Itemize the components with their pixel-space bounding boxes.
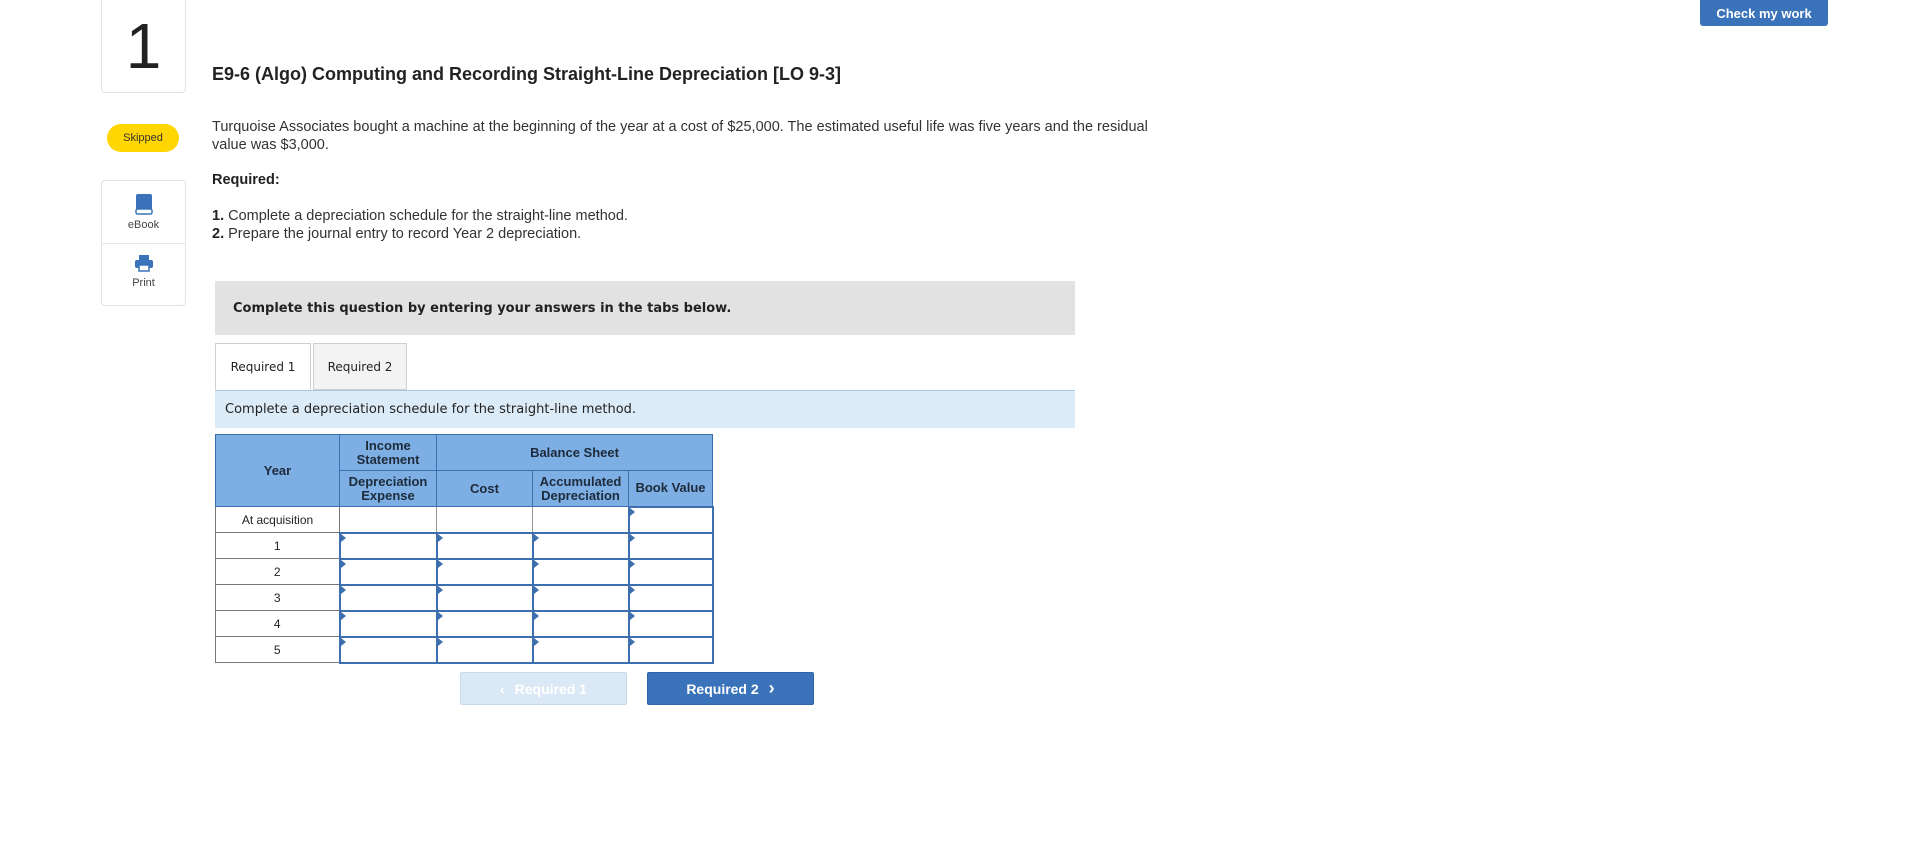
print-button[interactable]: Print [102,253,185,289]
cell-static [532,506,629,533]
input-accumulated-depreciation[interactable] [531,635,630,664]
cell-static [339,506,437,533]
next-label: Required 2 [686,680,759,697]
table-row: At acquisition [215,505,714,534]
input-book-value[interactable] [627,609,714,638]
row-label: 2 [215,558,340,585]
question-number: 1 [101,0,186,93]
row-label: 1 [215,532,340,559]
input-depreciation-expense[interactable] [338,531,438,560]
input-book-value[interactable] [627,531,714,560]
header-depreciation-expense: Depreciation Expense [339,470,437,507]
printer-icon [134,255,153,272]
previous-tab-button: ‹ Required 1 [460,672,627,705]
question-intro: Turquoise Associates bought a machine at… [212,119,1148,153]
table-row: 5 [215,635,714,664]
input-book-value[interactable] [627,557,714,586]
tools-panel: eBook Print [101,180,186,306]
header-cost: Cost [436,470,533,507]
tab-required-2[interactable]: Required 2 [313,343,407,390]
input-depreciation-expense[interactable] [338,583,438,612]
input-cost[interactable] [435,557,534,586]
input-depreciation-expense[interactable] [338,557,438,586]
tab-required-1[interactable]: Required 1 [215,343,311,390]
row-label: At acquisition [215,506,340,533]
input-book-value[interactable] [627,505,714,534]
input-cost[interactable] [435,531,534,560]
requirement-number: 2. [212,226,225,242]
input-cost[interactable] [435,635,534,664]
book-icon [134,194,153,215]
input-cost[interactable] [435,583,534,612]
header-balance-sheet: Balance Sheet [436,434,713,471]
input-accumulated-depreciation[interactable] [531,583,630,612]
previous-label: Required 1 [514,680,588,697]
ebook-button[interactable]: eBook [102,193,185,231]
header-book-value: Book Value [628,470,713,507]
table-row: 1 [215,531,714,560]
input-accumulated-depreciation[interactable] [531,531,630,560]
input-cost[interactable] [435,609,534,638]
check-my-work-button[interactable]: Check my work [1700,0,1828,26]
header-accumulated-depreciation: Accumulated Depreciation [532,470,629,507]
divider [102,243,185,244]
row-label: 3 [215,584,340,611]
ebook-label: eBook [127,219,160,231]
row-label: 4 [215,610,340,637]
requirement-text: Complete a depreciation schedule for the… [228,208,628,224]
print-label: Print [132,277,155,289]
table-row: 3 [215,583,714,612]
instruction-bar: Complete this question by entering your … [215,281,1075,335]
requirements-list: 1. Complete a depreciation schedule for … [212,207,628,243]
chevron-left-icon: ‹ [499,680,505,697]
sub-instruction-text: Complete a depreciation schedule for the… [225,402,637,417]
chevron-right-icon: › [768,678,775,698]
next-tab-button[interactable]: Required 2 › [647,672,814,705]
depreciation-schedule-table: Year Income Statement Balance Sheet Depr… [215,434,714,664]
required-heading: Required: [212,172,280,188]
header-year: Year [215,434,340,507]
input-depreciation-expense[interactable] [338,609,438,638]
input-accumulated-depreciation[interactable] [531,609,630,638]
question-title: E9-6 (Algo) Computing and Recording Stra… [212,64,842,84]
row-label: 5 [215,636,340,663]
status-badge: Skipped [107,124,179,152]
input-book-value[interactable] [627,635,714,664]
requirement-item: 2. Prepare the journal entry to record Y… [212,225,628,243]
requirement-item: 1. Complete a depreciation schedule for … [212,207,628,225]
table-row: 4 [215,609,714,638]
instruction-text: Complete this question by entering your … [233,300,732,316]
header-income-statement: Income Statement [339,434,437,471]
table-row: 2 [215,557,714,586]
sub-instruction-bar: Complete a depreciation schedule for the… [215,391,1075,428]
requirement-text: Prepare the journal entry to record Year… [228,226,582,242]
input-book-value[interactable] [627,583,714,612]
requirement-number: 1. [212,208,225,224]
input-accumulated-depreciation[interactable] [531,557,630,586]
input-depreciation-expense[interactable] [338,635,438,664]
cell-static [436,506,533,533]
